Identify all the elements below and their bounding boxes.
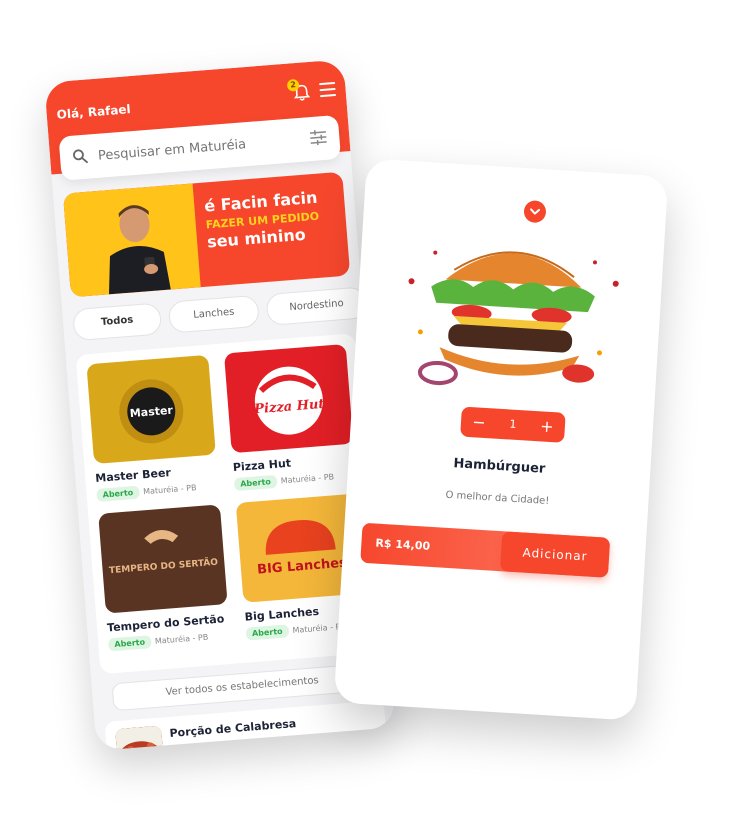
- product-detail-screen: − 1 + Hambúrguer O melhor da Cidade! R$ …: [333, 158, 669, 721]
- master-beer-logo: Master: [86, 354, 216, 465]
- search-icon: [73, 149, 88, 164]
- banner-photo: [62, 183, 201, 298]
- price-bar: R$ 14,00 Adicionar: [360, 522, 611, 578]
- decrease-quantity-button[interactable]: −: [464, 407, 494, 439]
- tab-todos[interactable]: Todos: [72, 302, 163, 342]
- product-thumbnail: [115, 725, 165, 751]
- tab-lanches[interactable]: Lanches: [167, 294, 260, 334]
- establishment-location: Maturéia - PB: [142, 483, 197, 497]
- bell-icon[interactable]: 2: [286, 78, 313, 104]
- status-badge: Aberto: [245, 624, 290, 641]
- product-price: R$ 14,00: [375, 536, 431, 553]
- svg-text:BIG Lanches: BIG Lanches: [257, 556, 348, 578]
- status-badge: Aberto: [107, 635, 152, 652]
- establishment-card[interactable]: TEMPERO DO SERTÃO Tempero do Sertão Aber…: [98, 504, 230, 652]
- menu-icon[interactable]: [319, 81, 337, 98]
- establishment-location: Maturéia - PB: [280, 472, 335, 486]
- increase-quantity-button[interactable]: +: [532, 411, 562, 443]
- pizza-hut-logo: Pizza Hut: [223, 343, 354, 454]
- burger-image: [386, 220, 637, 414]
- establishment-card[interactable]: Master Master Beer Aberto Maturéia - PB: [86, 354, 218, 502]
- product-name: Hambúrguer: [452, 456, 546, 477]
- establishment-card[interactable]: Pizza Hut Pizza Hut Aberto Maturéia - PB: [223, 343, 356, 492]
- greeting-text: Olá, Rafael: [56, 102, 132, 122]
- tempero-do-sertao-logo: TEMPERO DO SERTÃO: [98, 504, 228, 614]
- chevron-down-icon[interactable]: [523, 199, 547, 224]
- establishment-location: Maturéia - PB: [154, 632, 209, 646]
- establishments-grid: Master Master Beer Aberto Maturéia - PB P…: [75, 333, 380, 675]
- filter-icon[interactable]: [309, 129, 328, 146]
- quantity-stepper: − 1 +: [460, 406, 566, 443]
- quantity-value: 1: [509, 417, 517, 431]
- status-badge: Aberto: [233, 474, 278, 492]
- tab-nordestino[interactable]: Nordestino: [265, 286, 368, 326]
- svg-text:TEMPERO DO SERTÃO: TEMPERO DO SERTÃO: [109, 557, 219, 577]
- status-badge: Aberto: [96, 485, 140, 502]
- product-subtitle: O melhor da Cidade!: [445, 489, 550, 508]
- add-to-cart-button[interactable]: Adicionar: [499, 531, 611, 578]
- promo-banner[interactable]: é Facin facin FAZER UM PEDIDO seu minino: [62, 171, 351, 298]
